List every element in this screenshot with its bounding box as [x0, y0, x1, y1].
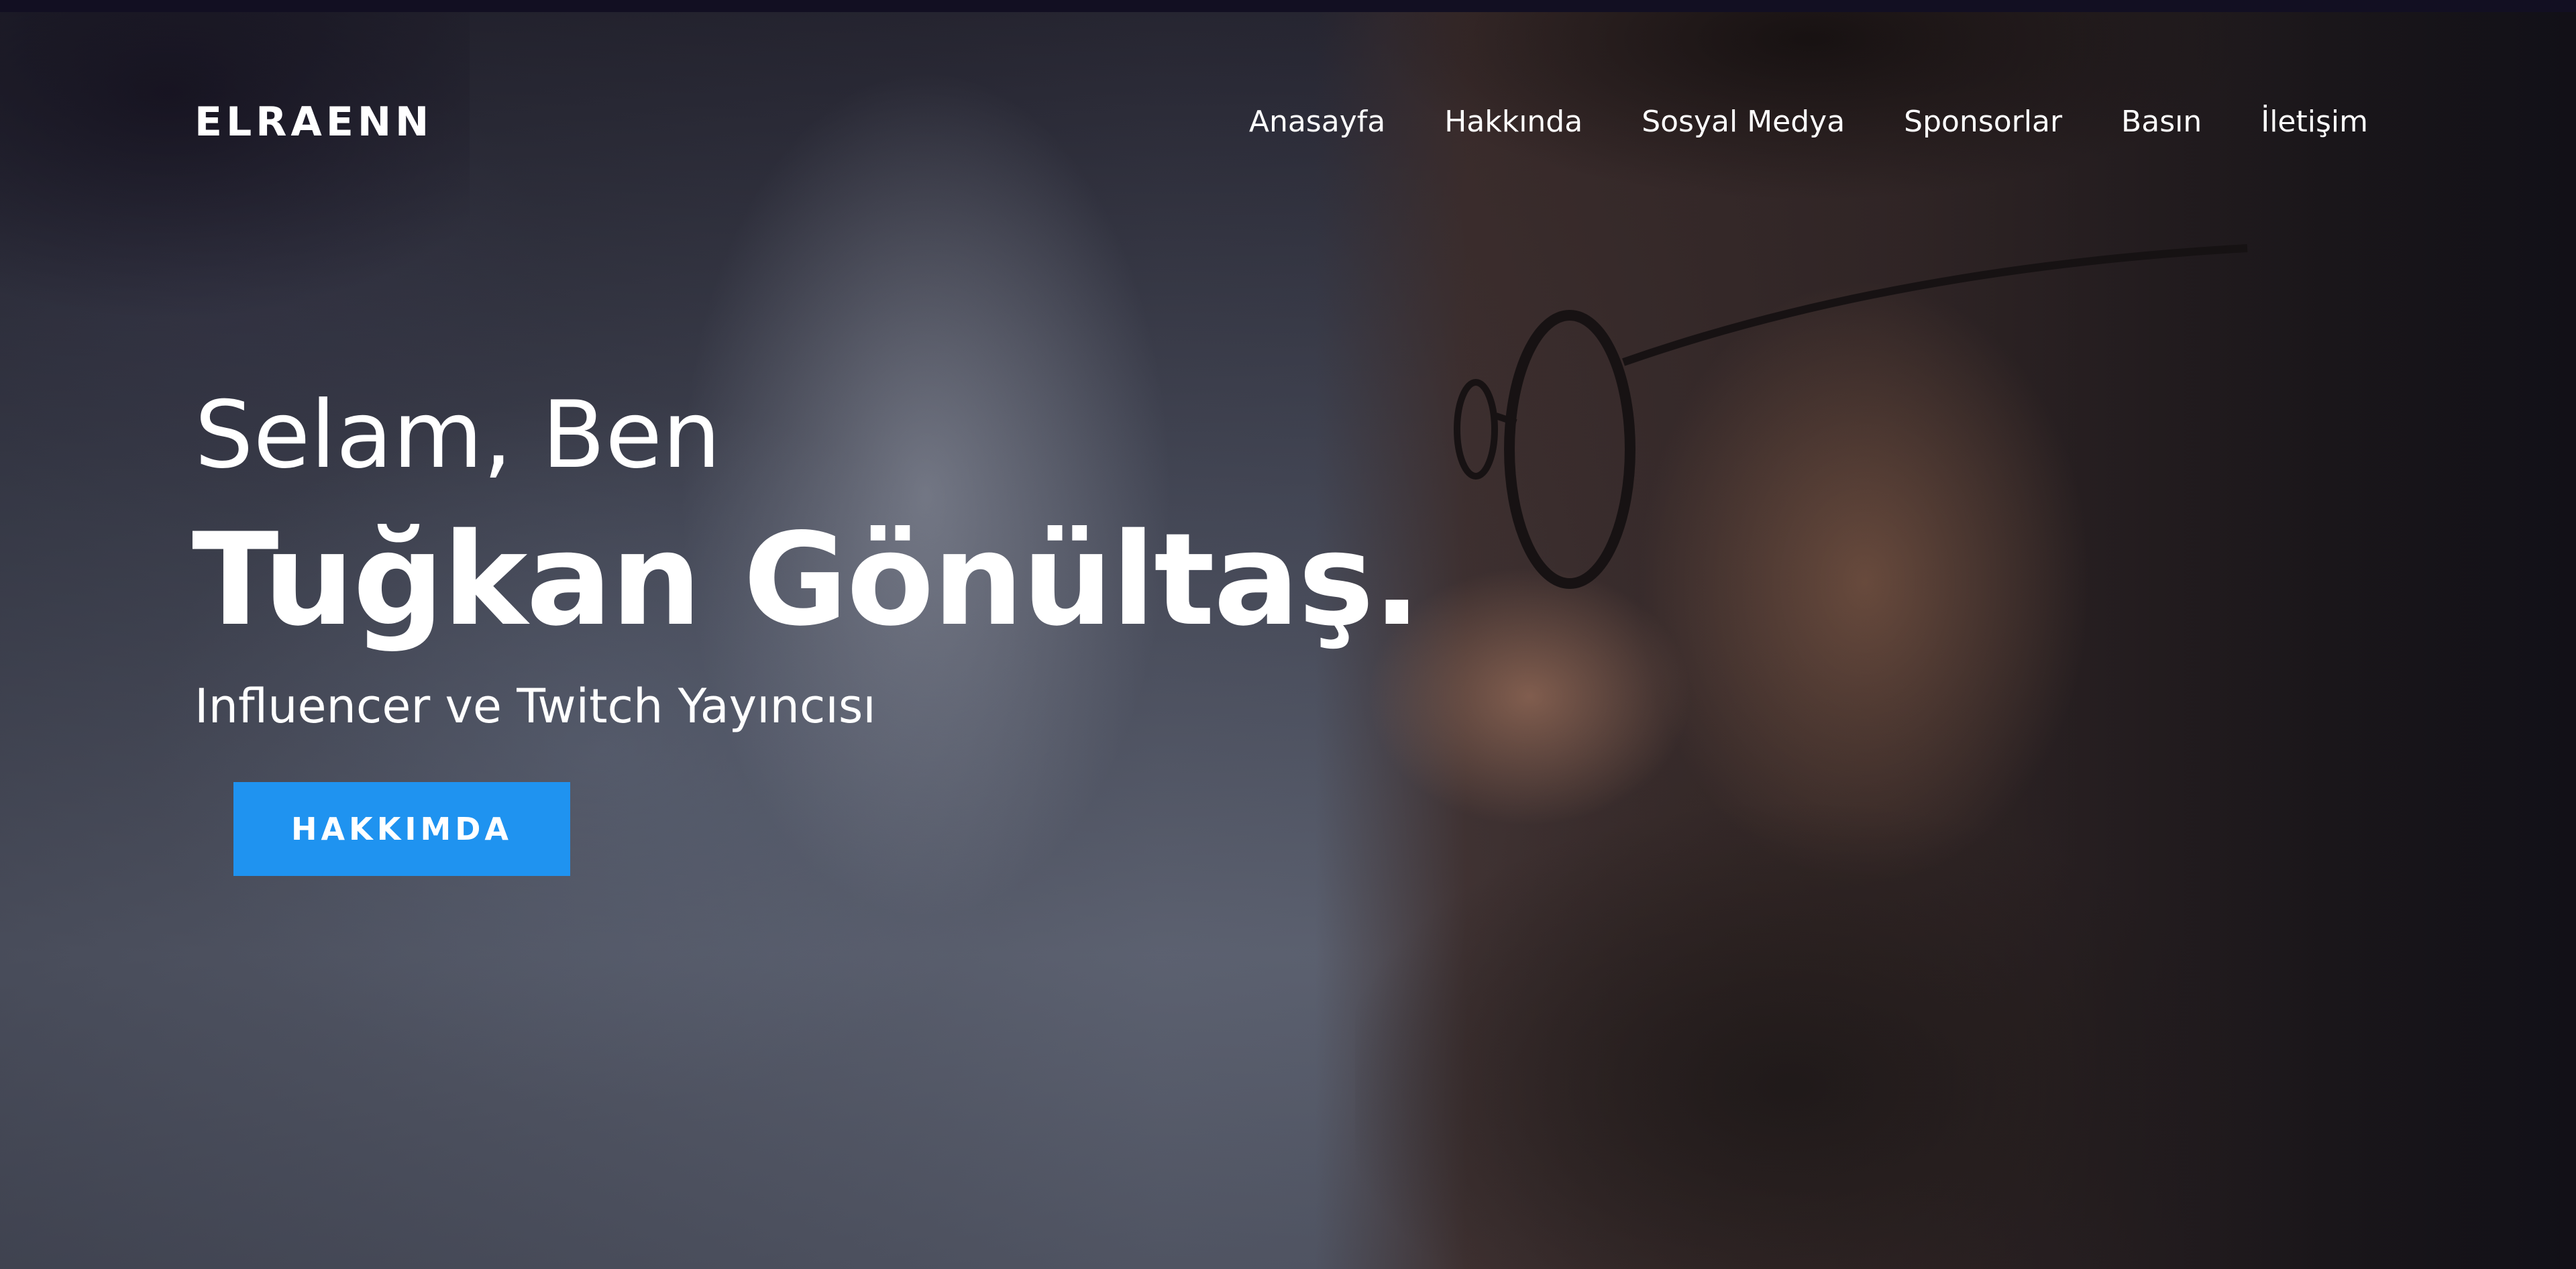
- page: ELRAENN Anasayfa Hakkında Sosyal Medya S…: [0, 0, 2576, 1269]
- nav-item-basin[interactable]: Basın: [2121, 107, 2202, 137]
- nav-item-iletisim[interactable]: İletişim: [2261, 107, 2368, 137]
- top-strip: [0, 0, 2576, 12]
- nav-item-sosyal-medya[interactable]: Sosyal Medya: [1642, 107, 1845, 137]
- hero-subtitle: Influencer ve Twitch Yayıncısı: [195, 679, 876, 734]
- about-me-button[interactable]: HAKKIMDA: [233, 782, 570, 876]
- nav-item-sponsorlar[interactable]: Sponsorlar: [1904, 107, 2062, 137]
- hero-name: Tuğkan Gönültaş.: [192, 506, 1421, 654]
- nav-item-anasayfa[interactable]: Anasayfa: [1249, 107, 1385, 137]
- nav-item-hakkinda[interactable]: Hakkında: [1444, 107, 1582, 137]
- main-nav: Anasayfa Hakkında Sosyal Medya Sponsorla…: [1249, 107, 2368, 137]
- site-logo[interactable]: ELRAENN: [195, 102, 433, 142]
- hero-greeting: Selam, Ben: [195, 381, 721, 489]
